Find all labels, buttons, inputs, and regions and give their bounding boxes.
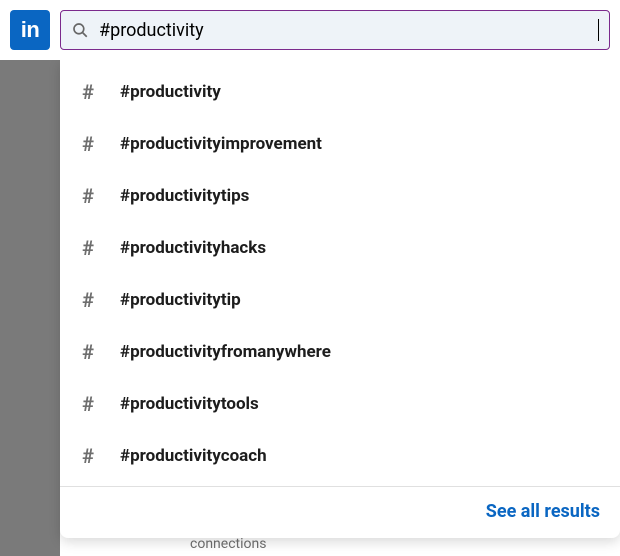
search-box[interactable]	[60, 10, 610, 50]
text-caret	[598, 19, 599, 41]
suggestion-item[interactable]: # #productivitytips	[60, 170, 620, 222]
suggestion-label: #productivitytip	[120, 290, 241, 310]
suggestion-label: #productivityfromanywhere	[120, 342, 331, 362]
suggestion-item[interactable]: # #productivitycoach	[60, 430, 620, 482]
suggestion-label: #productivitytools	[120, 394, 259, 414]
top-header: in	[0, 0, 620, 60]
suggestion-label: #productivity	[120, 82, 221, 102]
suggestion-item[interactable]: # #productivityimprovement	[60, 118, 620, 170]
suggestion-item[interactable]: # #productivityfromanywhere	[60, 326, 620, 378]
hashtag-icon: #	[78, 236, 98, 260]
suggestion-item[interactable]: # #productivityhacks	[60, 222, 620, 274]
hashtag-icon: #	[78, 392, 98, 416]
hashtag-icon: #	[78, 132, 98, 156]
suggestion-item[interactable]: # #productivitytools	[60, 378, 620, 430]
search-suggestions-dropdown: ##productivity##productivityimprovement#…	[60, 60, 620, 538]
search-input[interactable]	[99, 20, 599, 41]
suggestion-label: #productivityhacks	[120, 238, 266, 258]
hashtag-icon: #	[78, 184, 98, 208]
suggestion-label: #productivitycoach	[120, 446, 267, 466]
sidebar-background	[0, 60, 60, 556]
background-text: connections	[190, 536, 266, 552]
linkedin-logo[interactable]: in	[10, 10, 50, 50]
suggestion-label: #productivityimprovement	[120, 134, 322, 154]
linkedin-logo-text: in	[21, 17, 40, 43]
search-container	[60, 10, 610, 50]
see-all-results-link[interactable]: See all results	[60, 487, 620, 538]
suggestion-item[interactable]: # #productivity	[60, 66, 620, 118]
search-icon	[71, 21, 89, 39]
hashtag-icon: #	[78, 288, 98, 312]
hashtag-icon: #	[78, 80, 98, 104]
suggestion-item[interactable]: # #productivitytip	[60, 274, 620, 326]
hashtag-icon: #	[78, 340, 98, 364]
suggestion-label: #productivitytips	[120, 186, 249, 206]
hashtag-icon: #	[78, 444, 98, 468]
